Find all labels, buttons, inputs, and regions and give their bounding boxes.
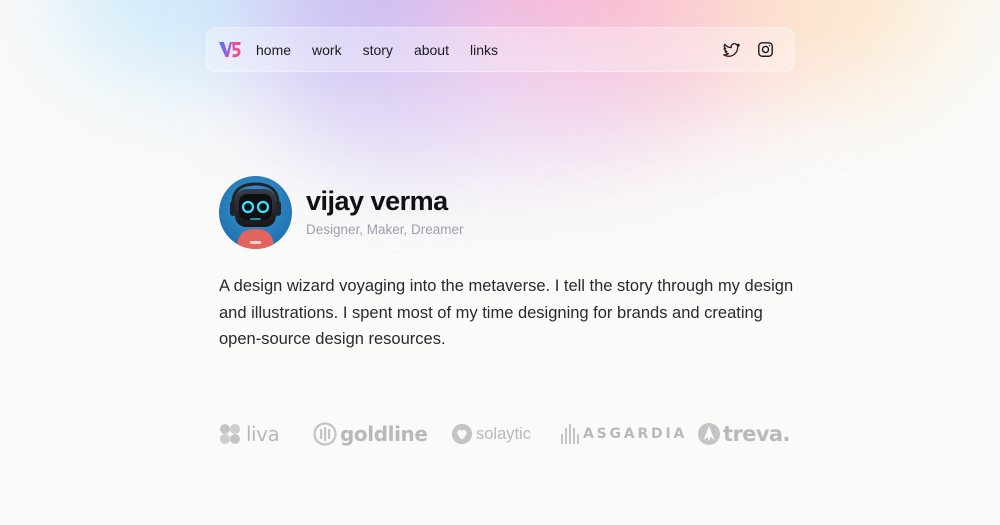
nav-about-link[interactable]: about xyxy=(414,42,449,58)
brand-liva: liva xyxy=(218,418,280,450)
brand-logos: liva goldline solaytic ASGARDIA treva. xyxy=(218,418,790,452)
nav-work-link[interactable]: work xyxy=(312,42,342,58)
bio-text: A design wizard voyaging into the metave… xyxy=(219,277,794,348)
brand-asgardia-text: ASGARDIA xyxy=(583,426,688,442)
treva-logo-icon xyxy=(698,423,720,445)
brand-solaytic-text: solaytic xyxy=(476,424,532,443)
twitter-icon[interactable] xyxy=(723,41,740,58)
profile-tagline: Designer, Maker, Dreamer xyxy=(306,222,464,237)
nav-links-link[interactable]: links xyxy=(470,42,498,58)
navbar: home work story about links xyxy=(206,27,795,72)
page: home work story about links vijay verma … xyxy=(0,0,1000,525)
brand-solaytic: solaytic xyxy=(451,418,531,450)
solaytic-logo-icon xyxy=(451,423,473,445)
robot-avatar-icon xyxy=(219,176,292,249)
goldline-logo-icon xyxy=(313,422,337,446)
brand-treva-text: treva. xyxy=(723,422,790,446)
brand-goldline-text: goldline xyxy=(340,422,428,446)
logo-icon[interactable] xyxy=(219,40,241,59)
nav-links: home work story about links xyxy=(256,27,519,72)
nav-story-link[interactable]: story xyxy=(363,42,393,58)
nav-home-link[interactable]: home xyxy=(256,42,291,58)
asgardia-logo-icon xyxy=(561,424,579,444)
brand-goldline: goldline xyxy=(313,418,428,450)
profile-name: vijay verma xyxy=(306,186,448,216)
avatar xyxy=(219,176,292,249)
instagram-icon[interactable] xyxy=(757,41,774,58)
liva-logo-icon xyxy=(220,424,240,444)
brand-treva: treva. xyxy=(697,418,790,450)
brand-liva-text: liva xyxy=(246,422,280,446)
brand-asgardia: ASGARDIA xyxy=(561,418,687,450)
